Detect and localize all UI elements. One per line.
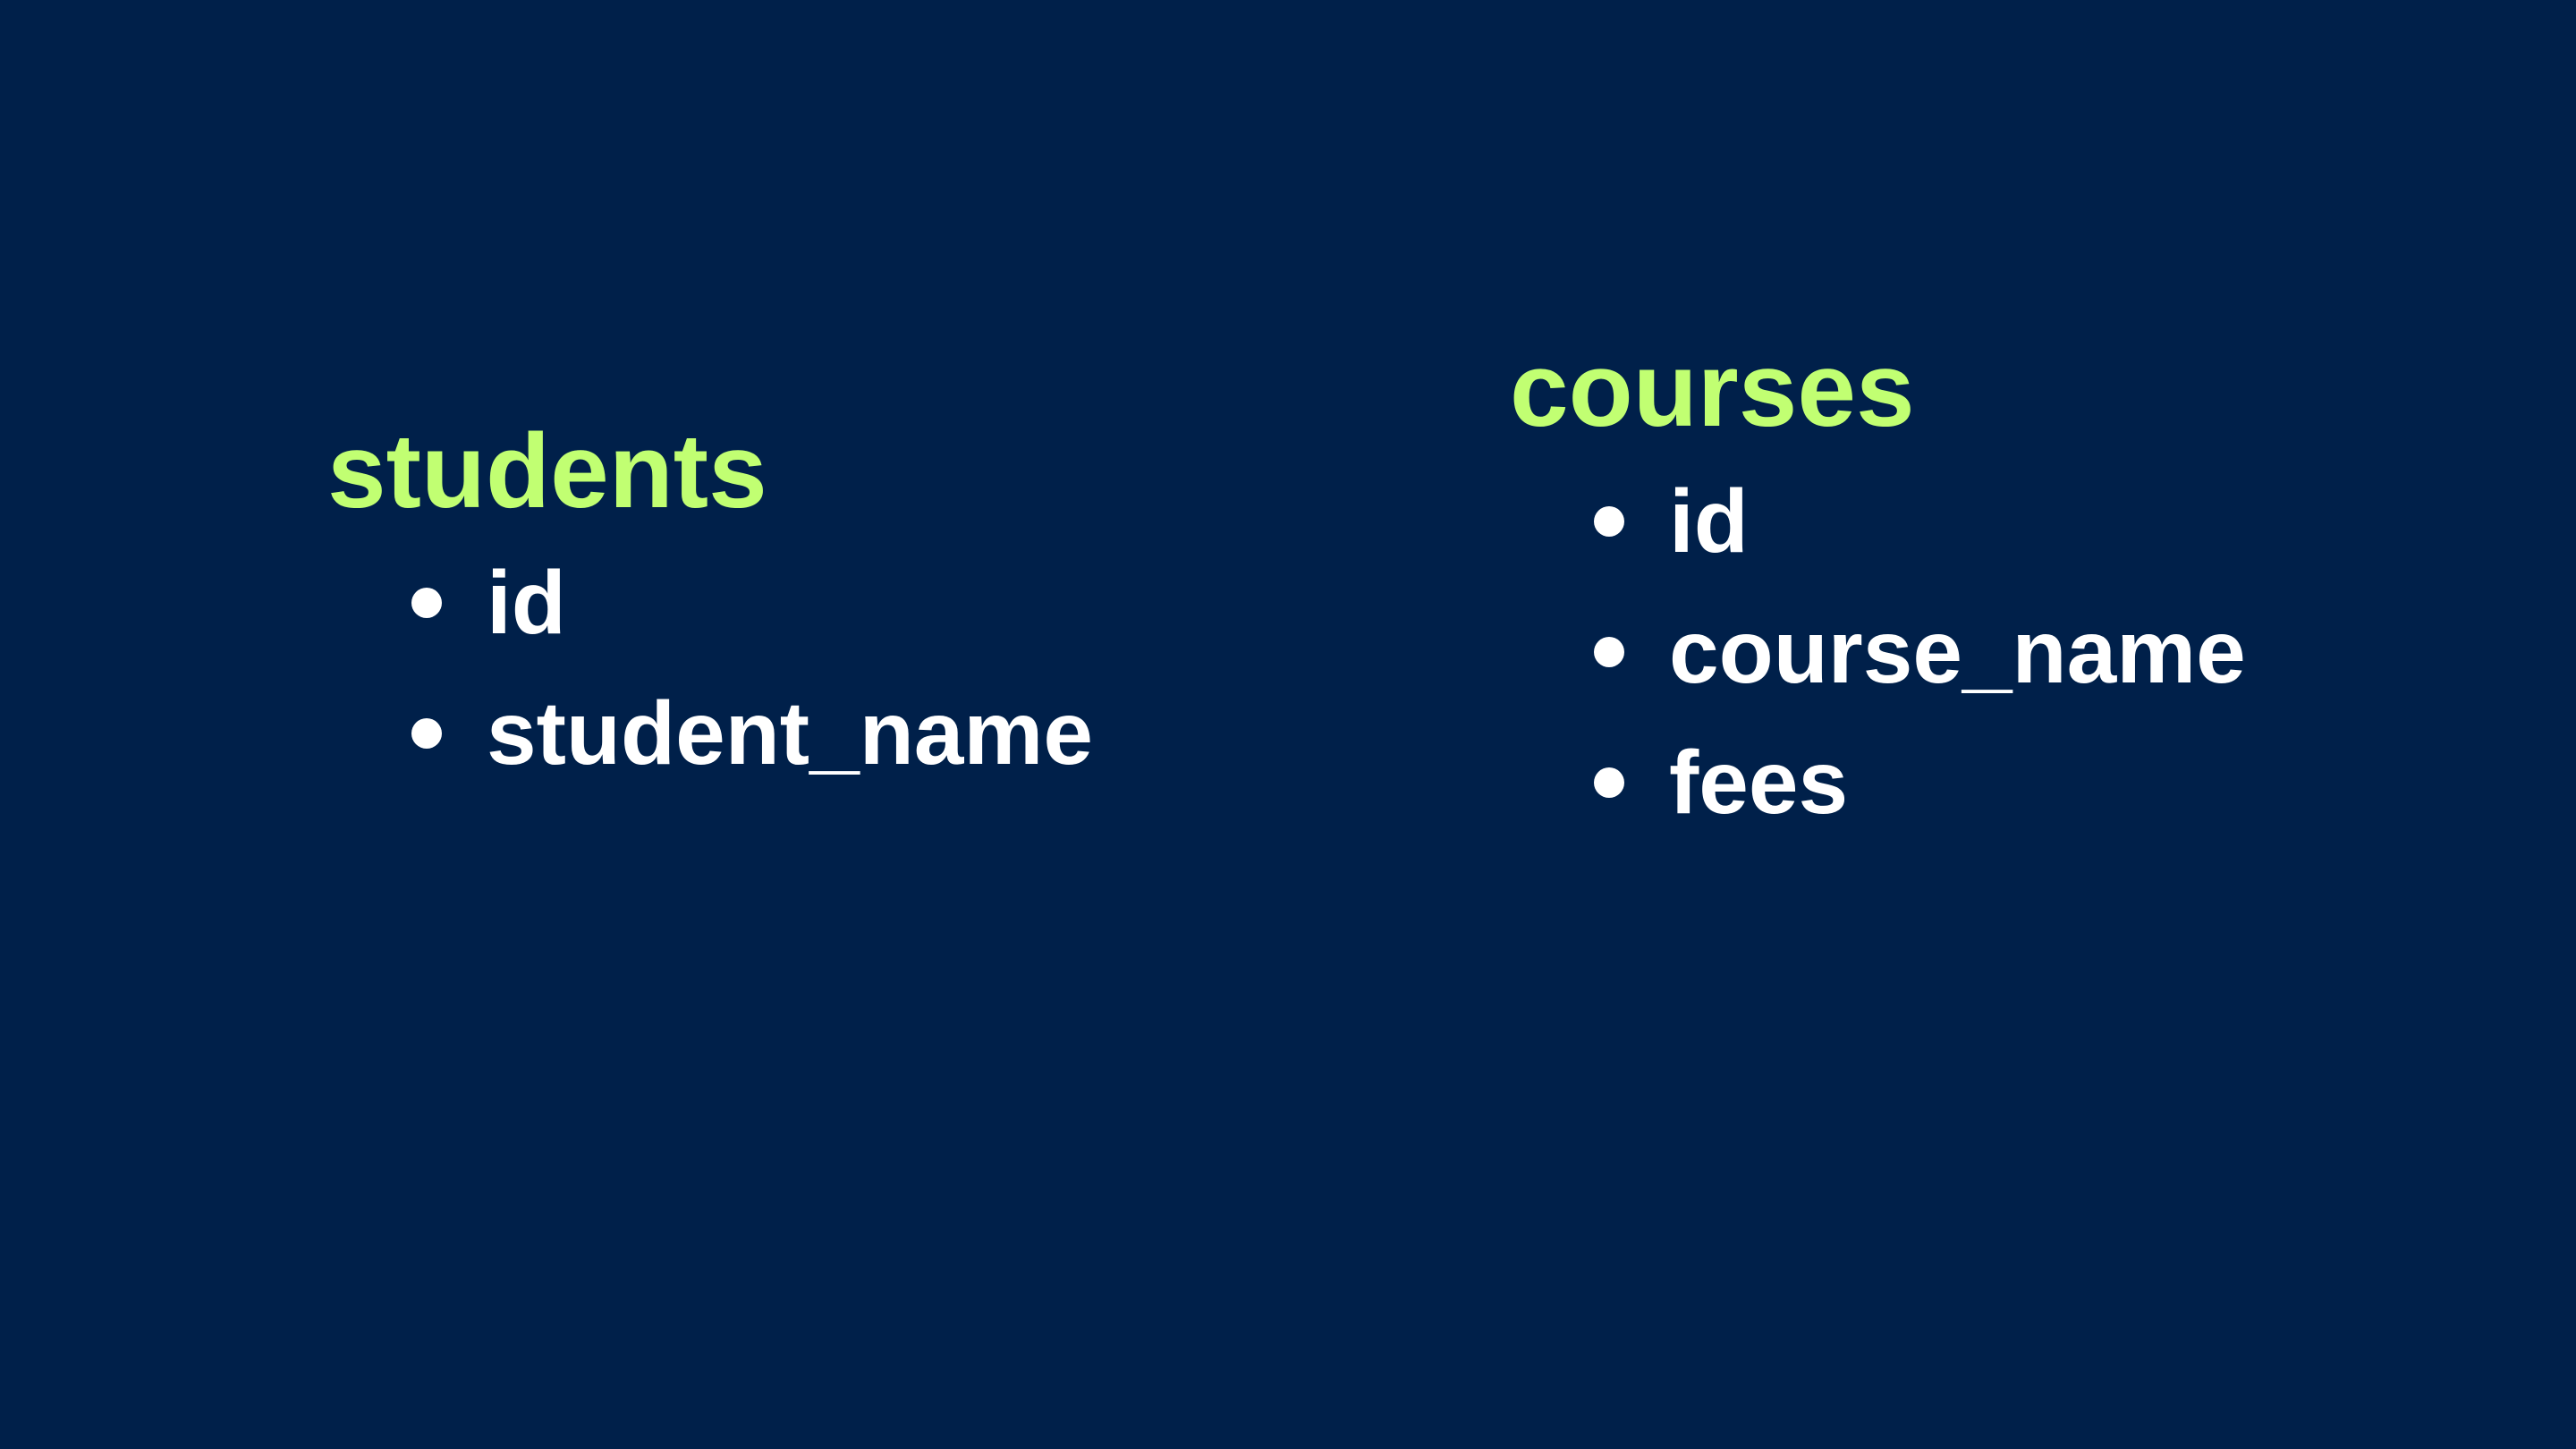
students-field-list: id student_name	[327, 538, 1093, 799]
field-name: course_name	[1669, 602, 2246, 702]
field-item: id	[1510, 456, 2246, 587]
bullet-icon	[1594, 506, 1624, 537]
field-item: id	[327, 538, 1093, 668]
field-name: id	[1669, 471, 1749, 572]
bullet-icon	[1594, 637, 1624, 667]
table-title-students: students	[327, 412, 767, 530]
students-table: students id student_name	[327, 405, 1093, 799]
courses-table: courses id course_name fees	[1510, 324, 2246, 848]
bullet-icon	[411, 588, 442, 618]
field-item: course_name	[1510, 587, 2246, 717]
bullet-icon	[411, 718, 442, 749]
field-name: fees	[1669, 733, 1849, 833]
field-name: id	[487, 553, 566, 653]
field-name: student_name	[487, 683, 1093, 784]
courses-field-list: id course_name fees	[1510, 456, 2246, 848]
field-item: fees	[1510, 717, 2246, 848]
table-title-courses: courses	[1510, 331, 1915, 449]
bullet-icon	[1594, 767, 1624, 798]
field-item: student_name	[327, 668, 1093, 799]
